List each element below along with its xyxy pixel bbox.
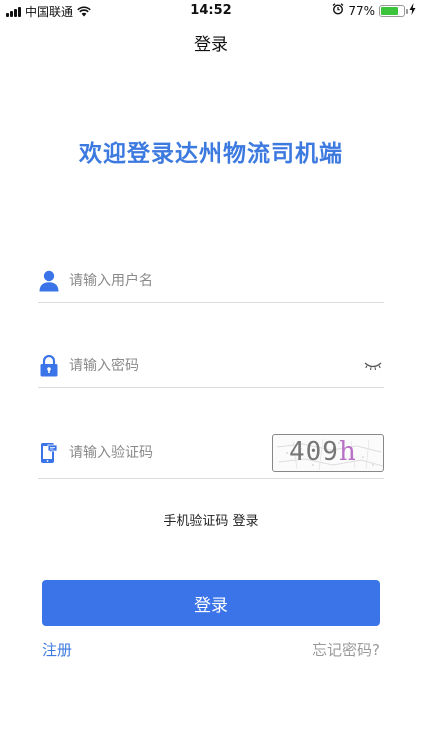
username-field — [38, 259, 384, 303]
lock-icon — [38, 354, 60, 378]
charging-icon — [409, 3, 416, 18]
eye-closed-icon[interactable] — [362, 361, 384, 371]
battery-icon — [379, 4, 408, 17]
status-right: 77% — [332, 3, 416, 18]
status-bar: 中国联通 14:52 77% — [0, 0, 422, 22]
code-field: 409h — [38, 427, 384, 479]
sms-login-link[interactable]: 手机验证码 登录 — [0, 510, 422, 529]
password-field — [38, 344, 384, 388]
welcome-heading: 欢迎登录达州物流司机端 — [79, 141, 343, 167]
battery-percent: 77% — [348, 3, 375, 18]
user-icon — [38, 269, 60, 293]
alarm-icon — [332, 3, 344, 18]
battery-level — [381, 6, 398, 15]
forgot-password-link[interactable]: 忘记密码? — [312, 639, 380, 660]
login-button[interactable]: 登录 — [42, 580, 380, 626]
password-input[interactable] — [69, 350, 362, 381]
captcha-text: 409h — [289, 436, 357, 467]
code-input[interactable] — [69, 437, 272, 468]
register-link[interactable]: 注册 — [42, 639, 72, 660]
phone-message-icon — [38, 441, 60, 465]
page-title: 登录 — [194, 35, 228, 55]
username-input[interactable] — [69, 265, 384, 296]
captcha-image[interactable]: 409h — [272, 433, 384, 472]
